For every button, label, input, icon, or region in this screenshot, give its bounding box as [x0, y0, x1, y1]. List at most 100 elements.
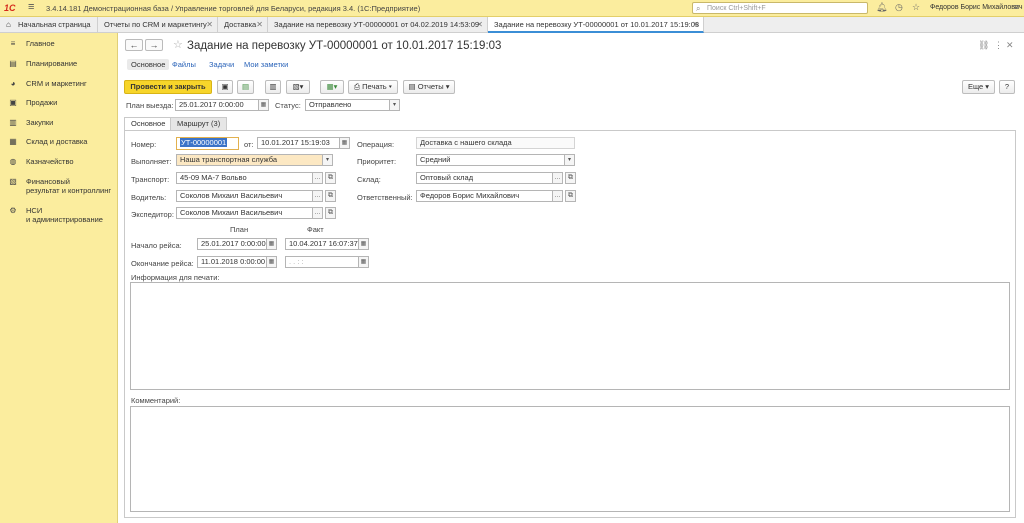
- close-icon[interactable]: ✕: [206, 17, 213, 32]
- open-link-icon[interactable]: ⧉: [565, 172, 576, 184]
- select-ellipsis-icon[interactable]: …: [313, 172, 323, 184]
- comment-textarea[interactable]: [130, 406, 1010, 512]
- close-icon[interactable]: ✕: [256, 17, 263, 32]
- document-structure-icon: ▥: [269, 82, 277, 91]
- menu-icon: ≡: [10, 39, 16, 48]
- tab-my-notes[interactable]: Мои заметки: [244, 60, 288, 69]
- driver-label: Водитель:: [131, 193, 167, 202]
- related-docs-button[interactable]: ▦▾: [320, 80, 344, 94]
- post-button[interactable]: ▤: [237, 80, 254, 94]
- open-windows-bar: ⌂ Начальная страница Отчеты по CRM и мар…: [0, 17, 1024, 33]
- close-icon[interactable]: ✕: [692, 17, 699, 32]
- sidebar-item-purchases[interactable]: ▥ Закупки: [0, 118, 118, 130]
- search-input[interactable]: ⌕ Поиск Ctrl+Shift+F: [692, 2, 868, 14]
- post-and-close-button[interactable]: Провести и закрыть: [124, 80, 212, 94]
- transport-field[interactable]: 45-09 МА-7 Вольво: [176, 172, 313, 184]
- select-ellipsis-icon[interactable]: …: [553, 190, 563, 202]
- plan-departure-field[interactable]: 25.01.2017 0:00:00: [175, 99, 259, 111]
- tab-route[interactable]: Маршрут (3): [170, 117, 228, 130]
- plan-column-header: План: [230, 225, 249, 234]
- home-icon: ⌂: [6, 20, 11, 29]
- trip-start-fact-field[interactable]: 10.04.2017 16:07:37: [285, 238, 359, 250]
- number-field[interactable]: УТ-00000001: [176, 137, 239, 150]
- tab-main[interactable]: Основное: [127, 59, 170, 70]
- sidebar-item-warehouse[interactable]: ▦ Склад и доставка: [0, 137, 118, 149]
- trip-start-label: Начало рейса:: [131, 241, 182, 250]
- sidebar-item-finance[interactable]: ▧ Финансовый результат и контроллинг: [0, 177, 118, 197]
- calendar-icon[interactable]: ▦: [340, 137, 350, 149]
- responsible-field[interactable]: Федоров Борис Михайлович: [416, 190, 553, 202]
- user-name[interactable]: Федоров Борис Михайлович: [930, 4, 1023, 11]
- date-field[interactable]: 10.01.2017 15:19:03: [257, 137, 340, 149]
- priority-select[interactable]: Средний: [416, 154, 565, 166]
- warehouse-field[interactable]: Оптовый склад: [416, 172, 553, 184]
- star-icon[interactable]: ☆: [912, 2, 920, 13]
- trip-start-plan-field[interactable]: 25.01.2017 0:00:00: [197, 238, 267, 250]
- tab-files[interactable]: Файлы: [172, 60, 196, 69]
- close-icon[interactable]: ✕: [1006, 40, 1014, 51]
- select-ellipsis-icon[interactable]: …: [313, 190, 323, 202]
- tab-transport-task-2019[interactable]: Задание на перевозку УТ-00000001 от 04.0…: [268, 17, 488, 33]
- save-button[interactable]: ▣: [217, 80, 233, 94]
- calendar-icon[interactable]: ▦: [267, 256, 277, 268]
- calendar-icon[interactable]: ▦: [359, 256, 369, 268]
- open-link-icon[interactable]: ⧉: [325, 207, 336, 219]
- open-link-icon[interactable]: ⧉: [565, 190, 576, 202]
- trip-end-plan-field[interactable]: 11.01.2018 0:00:00: [197, 256, 267, 268]
- sidebar-item-treasury[interactable]: ◍ Казначейство: [0, 157, 118, 169]
- settings-menu-icon[interactable]: ≡: [1014, 2, 1019, 12]
- sidebar-item-sales[interactable]: ▣ Продажи: [0, 98, 118, 110]
- calendar-icon[interactable]: ▦: [267, 238, 277, 250]
- print-info-textarea[interactable]: [130, 282, 1010, 390]
- select-ellipsis-icon[interactable]: …: [313, 207, 323, 219]
- forward-button[interactable]: →: [145, 39, 163, 51]
- calendar-icon[interactable]: ▦: [359, 238, 369, 250]
- open-link-icon[interactable]: ⧉: [325, 190, 336, 202]
- back-button[interactable]: ←: [125, 39, 143, 51]
- help-button[interactable]: ?: [999, 80, 1015, 94]
- tab-tasks[interactable]: Задачи: [209, 60, 234, 69]
- sidebar-item-main[interactable]: ≡ Главное: [0, 39, 118, 51]
- gear-icon: ⚙: [9, 206, 17, 215]
- create-based-on-icon: ▧▾: [292, 82, 304, 91]
- performer-select[interactable]: Наша транспортная служба: [176, 154, 323, 166]
- trip-end-fact-field[interactable]: . . : :: [285, 256, 359, 268]
- forwarder-field[interactable]: Соколов Михаил Васильевич: [176, 207, 313, 219]
- fact-column-header: Факт: [307, 225, 324, 234]
- reports-button[interactable]: ▤ Отчеты ▾: [403, 80, 455, 94]
- status-select[interactable]: Отправлено: [305, 99, 390, 111]
- chevron-down-icon[interactable]: ▾: [565, 154, 575, 166]
- tab-delivery[interactable]: Доставка ✕: [218, 17, 268, 33]
- chevron-down-icon: ▾: [386, 82, 392, 91]
- responsible-label: Ответственный:: [357, 193, 413, 202]
- print-info-label: Информация для печати:: [131, 273, 220, 282]
- open-link-icon[interactable]: ⧉: [325, 172, 336, 184]
- select-ellipsis-icon[interactable]: …: [553, 172, 563, 184]
- more-button[interactable]: Еще ▾: [962, 80, 995, 94]
- create-based-on-button[interactable]: ▧▾: [286, 80, 310, 94]
- sidebar-item-planning[interactable]: ▤ Планирование: [0, 59, 118, 71]
- favorite-star-icon[interactable]: ☆: [173, 38, 183, 51]
- link-icon[interactable]: ⛓︎: [978, 40, 989, 51]
- driver-field[interactable]: Соколов Михаил Васильевич: [176, 190, 313, 202]
- arrow-right-icon: →: [149, 40, 159, 50]
- bell-icon[interactable]: 🔔︎: [876, 2, 887, 13]
- arrow-left-icon: ←: [129, 40, 139, 50]
- finance-icon: ▧: [9, 177, 17, 186]
- tab-crm-reports[interactable]: Отчеты по CRM и маркетингу ✕: [98, 17, 218, 33]
- chevron-down-icon[interactable]: ▾: [323, 154, 333, 166]
- chevron-down-icon[interactable]: ▾: [390, 99, 400, 111]
- close-icon[interactable]: ✕: [476, 17, 483, 32]
- more-vertical-icon[interactable]: ⋮: [994, 40, 1003, 51]
- tab-basic[interactable]: Основное: [124, 117, 173, 131]
- sidebar-item-label: Планирование: [26, 59, 78, 68]
- structure-button[interactable]: ▥: [265, 80, 281, 94]
- main-menu-icon[interactable]: ≡: [28, 1, 34, 13]
- tab-home[interactable]: ⌂ Начальная страница: [0, 17, 98, 33]
- print-button[interactable]: ⎙ Печать ▾: [348, 80, 398, 94]
- calendar-icon[interactable]: ▦: [259, 99, 269, 111]
- history-icon[interactable]: ◷: [895, 2, 903, 13]
- tab-transport-task-2017[interactable]: Задание на перевозку УТ-00000001 от 10.0…: [488, 17, 704, 33]
- sidebar-item-nsi[interactable]: ⚙ НСИ и администрирование: [0, 206, 118, 226]
- sidebar-item-crm[interactable]: ◕ CRM и маркетинг: [0, 79, 118, 91]
